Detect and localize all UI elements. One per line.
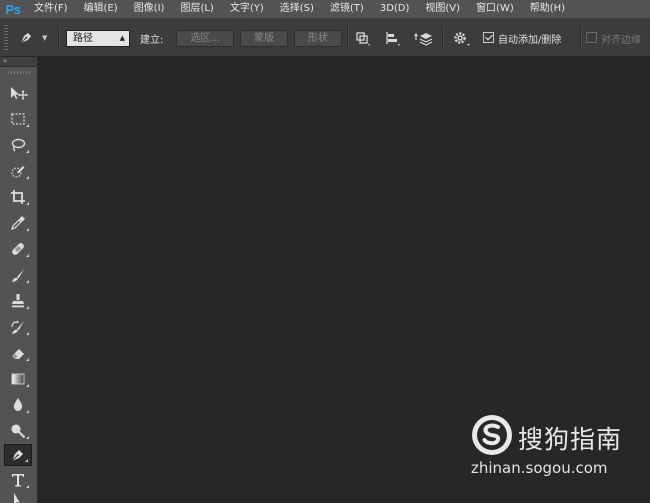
move-tool[interactable]	[4, 82, 32, 104]
path-arrangement-icon	[414, 33, 433, 46]
crop-tool[interactable]	[4, 186, 32, 208]
clone-stamp-tool[interactable]	[4, 290, 32, 312]
divider	[347, 26, 349, 50]
menu-edit[interactable]: 编辑(E)	[76, 0, 126, 18]
divider	[442, 26, 444, 50]
collapse-panel-icon[interactable]: »	[3, 57, 7, 65]
gear-icon	[454, 32, 470, 46]
settings-button[interactable]	[452, 30, 470, 47]
pen-icon	[11, 450, 23, 462]
options-bar: ▼ 路径 ▲ 建立: 选区... 蒙版 形状 自动添加/删除 对齐边缘	[0, 19, 650, 57]
menu-help[interactable]: 帮助(H)	[522, 0, 573, 18]
dodge-tool[interactable]	[4, 420, 32, 442]
tool-group-indicator	[26, 410, 29, 413]
tool-group-indicator	[26, 280, 29, 283]
menu-view[interactable]: 视图(V)	[417, 0, 468, 18]
tools-panel-grip[interactable]	[8, 71, 30, 74]
eyedropper-tool[interactable]	[4, 212, 32, 234]
marquee-tool[interactable]	[4, 108, 32, 130]
auto-add-delete-label: 自动添加/删除	[498, 35, 562, 46]
type-icon	[12, 474, 24, 487]
brush-tool[interactable]	[4, 264, 32, 286]
tool-group-indicator	[26, 358, 29, 361]
make-selection-button[interactable]: 选区...	[176, 30, 234, 47]
mode-select[interactable]: 路径 ▲	[66, 30, 130, 47]
history-brush-tool[interactable]	[4, 316, 32, 338]
path-arrangement-button[interactable]	[413, 30, 433, 47]
tool-group-indicator	[26, 485, 29, 488]
tool-group-indicator	[26, 436, 29, 439]
tool-group-indicator	[26, 254, 29, 257]
lasso-tool[interactable]	[4, 134, 32, 156]
menu-select[interactable]: 选择(S)	[272, 0, 322, 18]
drop-icon	[13, 398, 23, 411]
quick-selection-icon	[11, 166, 25, 178]
stamp-icon	[12, 294, 24, 308]
align-edges-checkbox[interactable]	[586, 32, 597, 43]
tool-preset-picker[interactable]: ▼	[18, 29, 56, 47]
sogou-logo-icon	[472, 415, 512, 455]
tool-group-indicator	[25, 459, 28, 462]
history-brush-icon	[11, 320, 24, 334]
tool-group-indicator	[26, 202, 29, 205]
chevron-down-icon: ▼	[42, 34, 48, 42]
tools-panel: »	[0, 57, 38, 503]
path-operations-button[interactable]	[354, 30, 372, 47]
menu-bar: Ps 文件(F) 编辑(E) 图像(I) 图层(L) 文字(Y) 选择(S) 滤…	[0, 0, 650, 19]
watermark-url: zhinan.sogou.com	[471, 459, 608, 477]
crop-icon	[11, 190, 25, 204]
make-label: 建立:	[140, 35, 164, 46]
tool-group-indicator	[26, 228, 29, 231]
menu-window[interactable]: 窗口(W)	[468, 0, 522, 18]
auto-add-delete-checkbox[interactable]	[483, 32, 494, 43]
menu-image[interactable]: 图像(I)	[126, 0, 173, 18]
healing-brush-tool[interactable]	[4, 238, 32, 260]
tool-group-indicator	[26, 124, 29, 127]
align-edges-label: 对齐边缘	[601, 35, 641, 46]
bandage-icon	[12, 243, 24, 255]
divider	[58, 26, 60, 50]
tool-group-indicator	[26, 384, 29, 387]
watermark-brand: 搜狗指南	[518, 425, 623, 454]
tool-group-indicator	[26, 306, 29, 309]
options-bar-grip[interactable]	[4, 25, 8, 50]
quick-selection-tool[interactable]	[4, 160, 32, 182]
brush-icon	[12, 269, 24, 282]
blur-tool[interactable]	[4, 394, 32, 416]
menu-type[interactable]: 文字(Y)	[222, 0, 272, 18]
menu-layer[interactable]: 图层(L)	[172, 0, 221, 18]
make-shape-button[interactable]: 形状	[294, 30, 342, 47]
rectangular-marquee-icon	[11, 113, 25, 125]
eraser-tool[interactable]	[4, 342, 32, 364]
tool-group-indicator	[26, 176, 29, 179]
dodge-icon	[11, 424, 26, 439]
eraser-icon	[12, 349, 24, 359]
menu-filter[interactable]: 滤镜(T)	[322, 0, 372, 18]
path-selection-tool[interactable]	[4, 491, 32, 503]
divider	[580, 26, 582, 50]
type-tool[interactable]	[4, 469, 32, 491]
path-alignment-icon	[386, 32, 400, 46]
path-operations-icon	[356, 32, 370, 46]
make-mask-button[interactable]: 蒙版	[240, 30, 288, 47]
chevron-updown-icon: ▲	[119, 34, 125, 42]
lasso-icon	[11, 138, 26, 152]
tool-group-indicator	[26, 332, 29, 335]
eyedropper-icon	[11, 216, 25, 230]
gradient-tool[interactable]	[4, 368, 32, 390]
arrow-icon	[14, 493, 20, 503]
pen-icon	[20, 33, 31, 44]
menu-3d[interactable]: 3D(D)	[372, 0, 418, 18]
tool-group-indicator	[26, 150, 29, 153]
gradient-icon	[11, 373, 25, 385]
tools-panel-header[interactable]: »	[0, 57, 37, 67]
photoshop-logo: Ps	[5, 1, 21, 17]
move-icon	[11, 87, 28, 100]
pen-tool[interactable]	[4, 444, 32, 466]
path-alignment-button[interactable]	[384, 30, 402, 47]
mode-select-value: 路径	[73, 33, 93, 44]
menu-file[interactable]: 文件(F)	[26, 0, 76, 18]
